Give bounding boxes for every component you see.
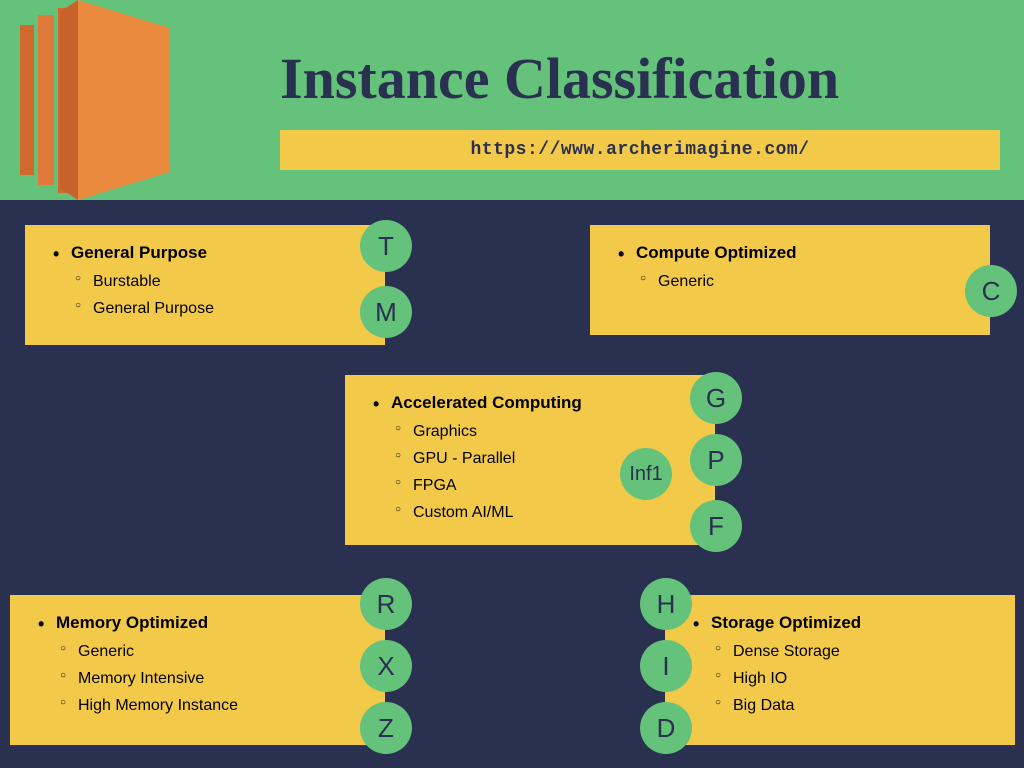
bubble-p: P — [690, 434, 742, 486]
card-storage-optimized: Storage Optimized Dense Storage High IO … — [665, 595, 1015, 745]
diagram-canvas: General Purpose Burstable General Purpos… — [0, 200, 1024, 768]
bubble-m: M — [360, 286, 412, 338]
card-title: General Purpose — [53, 239, 365, 268]
bubble-d: D — [640, 702, 692, 754]
bubble-c: C — [965, 265, 1017, 317]
card-item: Generic — [38, 638, 365, 665]
card-title: Memory Optimized — [38, 609, 365, 638]
header: Instance Classification https://www.arch… — [0, 0, 1024, 200]
card-memory-optimized: Memory Optimized Generic Memory Intensiv… — [10, 595, 385, 745]
bubble-z: Z — [360, 702, 412, 754]
bubble-x: X — [360, 640, 412, 692]
card-title: Storage Optimized — [693, 609, 995, 638]
bubble-inf1: Inf1 — [620, 448, 672, 500]
card-item: Graphics — [373, 418, 695, 445]
bubble-t: T — [360, 220, 412, 272]
bubble-f: F — [690, 500, 742, 552]
bubble-r: R — [360, 578, 412, 630]
card-title: Accelerated Computing — [373, 389, 695, 418]
card-item: Dense Storage — [693, 638, 995, 665]
card-item: Generic — [618, 268, 970, 295]
source-url: https://www.archerimagine.com/ — [280, 130, 1000, 170]
card-title: Compute Optimized — [618, 239, 970, 268]
card-compute-optimized: Compute Optimized Generic — [590, 225, 990, 335]
card-item: Memory Intensive — [38, 665, 365, 692]
card-item: High IO — [693, 665, 995, 692]
bubble-i: I — [640, 640, 692, 692]
card-item: Burstable — [53, 268, 365, 295]
card-item: General Purpose — [53, 295, 365, 322]
card-item: Custom AI/ML — [373, 499, 695, 526]
card-item: Big Data — [693, 692, 995, 719]
page-title: Instance Classification — [280, 45, 839, 112]
bubble-h: H — [640, 578, 692, 630]
bubble-g: G — [690, 372, 742, 424]
aws-cube-icon — [10, 0, 200, 215]
card-item: High Memory Instance — [38, 692, 365, 719]
card-general-purpose: General Purpose Burstable General Purpos… — [25, 225, 385, 345]
